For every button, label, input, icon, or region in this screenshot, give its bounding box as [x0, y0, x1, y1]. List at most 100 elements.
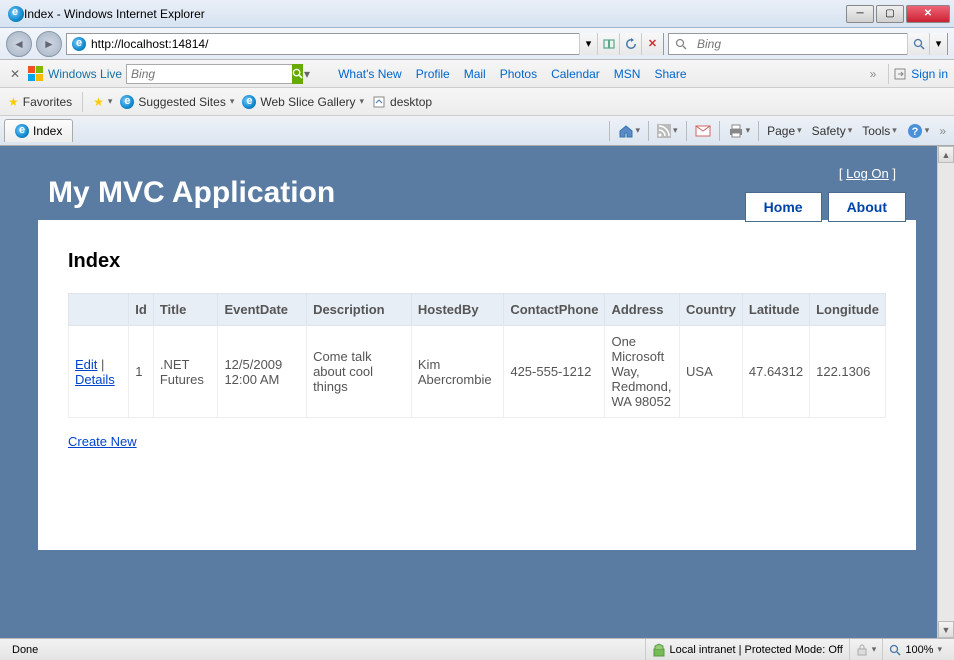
window-close-button[interactable]: ✕ — [906, 5, 950, 23]
nav-about[interactable]: About — [828, 192, 906, 222]
page-label: Page — [767, 124, 795, 138]
cell-id: 1 — [129, 326, 154, 418]
desktop-link[interactable]: desktop — [372, 95, 432, 109]
suggested-sites-link[interactable]: Suggested Sites ▾ — [120, 95, 234, 109]
live-link-share[interactable]: Share — [654, 67, 686, 81]
print-button[interactable]: ▾ — [724, 122, 755, 140]
live-link-msn[interactable]: MSN — [614, 67, 641, 81]
ie-icon — [120, 95, 134, 109]
home-button[interactable]: ▾ — [614, 121, 645, 141]
cell-contactphone: 425-555-1212 — [504, 326, 605, 418]
safety-menu[interactable]: Safety▾ — [808, 122, 857, 140]
zoom-control[interactable]: 100% ▾ — [882, 639, 948, 660]
forward-button[interactable]: ► — [36, 31, 62, 57]
col-title: Title — [153, 294, 218, 326]
search-bar[interactable]: ▾ — [668, 33, 948, 55]
zoom-label: 100% — [905, 644, 933, 656]
table-header-row: Id Title EventDate Description HostedBy … — [69, 294, 886, 326]
scrollbar-track[interactable] — [938, 163, 954, 621]
live-link-whatsnew[interactable]: What's New — [338, 67, 402, 81]
web-slice-gallery-link[interactable]: Web Slice Gallery ▾ — [242, 95, 364, 109]
tools-menu[interactable]: Tools▾ — [858, 122, 901, 140]
help-button[interactable]: ?▾ — [903, 121, 934, 141]
page-menu[interactable]: Page▾ — [763, 122, 806, 140]
col-longitude: Longitude — [810, 294, 886, 326]
ie-icon — [15, 124, 29, 138]
compatibility-button[interactable] — [597, 33, 619, 55]
live-search-input[interactable] — [127, 67, 292, 81]
scroll-down-button[interactable]: ▼ — [938, 621, 954, 638]
favorites-label: Favorites — [23, 95, 72, 109]
web-slice-label: Web Slice Gallery — [260, 95, 355, 109]
cell-actions: Edit | Details — [69, 326, 129, 418]
status-protected-dropdown[interactable]: ▾ — [849, 639, 883, 660]
create-new-link[interactable]: Create New — [68, 434, 137, 449]
mail-icon — [695, 124, 711, 138]
feeds-button[interactable]: ▾ — [653, 122, 682, 140]
window-minimize-button[interactable]: ─ — [846, 5, 874, 23]
table-row: Edit | Details 1 .NET Futures 12/5/2009 … — [69, 326, 886, 418]
vertical-scrollbar[interactable]: ▲ ▼ — [937, 146, 954, 638]
browser-tab[interactable]: Index — [4, 119, 73, 142]
page-icon — [71, 36, 87, 52]
address-dropdown[interactable]: ▾ — [579, 33, 597, 55]
print-icon — [728, 124, 744, 138]
lock-icon — [856, 644, 868, 656]
nav-menu: Home About — [745, 192, 906, 222]
edit-link[interactable]: Edit — [75, 357, 97, 372]
live-search-box[interactable] — [126, 64, 296, 84]
data-table: Id Title EventDate Description HostedBy … — [68, 293, 886, 418]
add-favorite-button[interactable]: ★▾ — [93, 95, 112, 109]
tools-label: Tools — [862, 124, 890, 138]
windows-live-logo[interactable]: Windows Live — [28, 66, 122, 82]
status-bar: Done Local intranet | Protected Mode: Of… — [0, 638, 954, 660]
stop-button[interactable]: ✕ — [641, 33, 663, 55]
read-mail-button[interactable] — [691, 122, 715, 140]
status-text: Done — [6, 639, 44, 660]
back-button[interactable]: ◄ — [6, 31, 32, 57]
toolbar-overflow[interactable]: » — [935, 122, 950, 140]
content-area: Index Id Title EventDate Description Hos… — [38, 220, 916, 550]
signin-label: Sign in — [911, 67, 948, 81]
windows-live-toolbar: ✕ Windows Live ▾ What's New Profile Mail… — [0, 60, 954, 88]
signin-button[interactable]: Sign in — [893, 67, 948, 81]
col-country: Country — [680, 294, 743, 326]
tab-label: Index — [33, 124, 62, 138]
suggested-sites-label: Suggested Sites — [138, 95, 225, 109]
toolbar-close-button[interactable]: ✕ — [6, 65, 24, 83]
scroll-up-button[interactable]: ▲ — [938, 146, 954, 163]
search-go-button[interactable] — [907, 33, 929, 55]
help-icon: ? — [907, 123, 923, 139]
page-heading: Index — [68, 250, 886, 273]
refresh-button[interactable] — [619, 33, 641, 55]
favorites-bar: ★ Favorites ★▾ Suggested Sites ▾ Web Sli… — [0, 88, 954, 116]
cell-description: Come talk about cool things — [307, 326, 412, 418]
toolbar-overflow-icon[interactable]: » — [870, 67, 877, 81]
search-dropdown[interactable]: ▾ — [929, 33, 947, 55]
address-bar[interactable]: ▾ ✕ — [66, 33, 664, 55]
logon-link[interactable]: Log On — [846, 166, 889, 181]
col-id: Id — [129, 294, 154, 326]
windows-flag-icon — [28, 66, 44, 82]
live-search-dropdown[interactable]: ▾ — [300, 67, 314, 81]
address-input[interactable] — [91, 34, 579, 54]
ie-icon — [8, 6, 24, 22]
action-sep: | — [97, 357, 104, 372]
window-maximize-button[interactable]: ▢ — [876, 5, 904, 23]
zone-icon — [652, 643, 666, 657]
windows-live-label: Windows Live — [48, 67, 122, 81]
details-link[interactable]: Details — [75, 372, 115, 387]
col-contactphone: ContactPhone — [504, 294, 605, 326]
search-input[interactable] — [693, 37, 907, 51]
live-link-mail[interactable]: Mail — [464, 67, 486, 81]
cell-title: .NET Futures — [153, 326, 218, 418]
nav-home[interactable]: Home — [745, 192, 822, 222]
live-link-photos[interactable]: Photos — [500, 67, 537, 81]
live-link-profile[interactable]: Profile — [416, 67, 450, 81]
live-link-calendar[interactable]: Calendar — [551, 67, 600, 81]
star-icon: ★ — [8, 95, 19, 109]
cell-eventdate: 12/5/2009 12:00 AM — [218, 326, 307, 418]
favorites-button[interactable]: ★ Favorites — [8, 95, 72, 109]
search-provider-icon — [673, 36, 689, 52]
logon-area: [ Log On ] — [839, 166, 896, 181]
